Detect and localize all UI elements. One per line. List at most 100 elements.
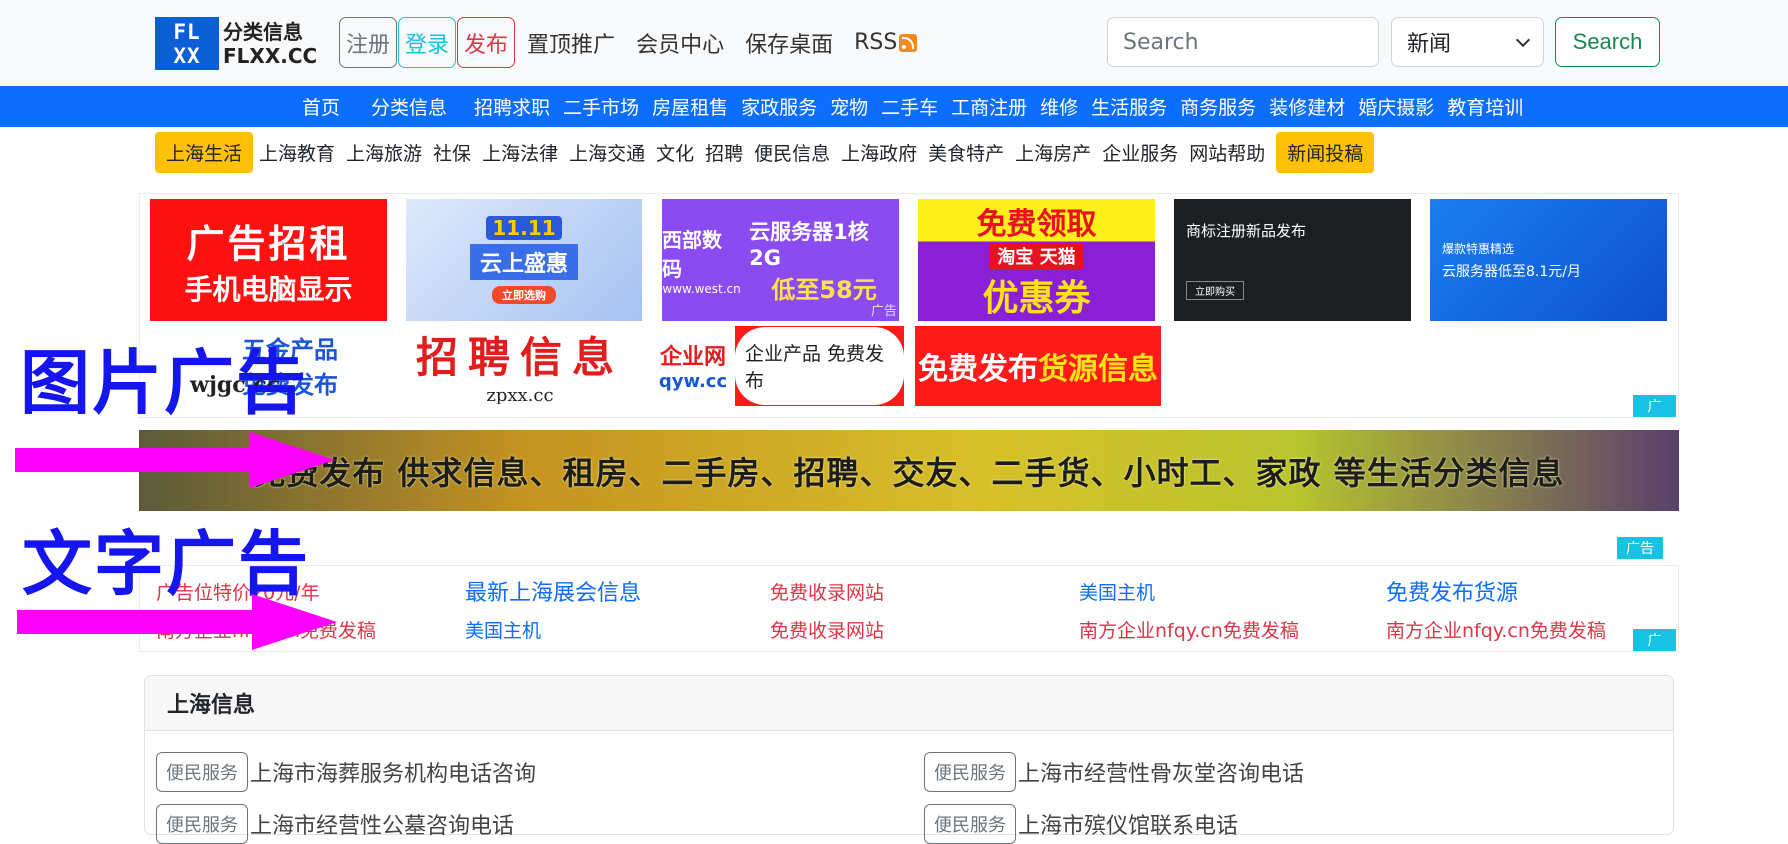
text-ad-link[interactable]: 美国主机	[1079, 578, 1155, 605]
sub-nav-item[interactable]: 便民信息	[754, 139, 830, 166]
category-badge[interactable]: 便民服务	[924, 752, 1016, 792]
ad-rent-space[interactable]: 广告招租 手机电脑显示	[150, 199, 387, 321]
ad-trademark[interactable]: 商标注册新品发布 立即购买	[1174, 199, 1411, 321]
main-nav-item[interactable]: 首页	[302, 93, 340, 120]
rss-icon	[899, 33, 918, 52]
sub-nav-item[interactable]: 网站帮助	[1189, 139, 1265, 166]
main-nav-item[interactable]: 家政服务	[741, 93, 817, 120]
category-badge[interactable]: 便民服务	[156, 752, 248, 792]
sub-nav-item[interactable]: 上海法律	[482, 139, 558, 166]
ad-text: 低至58元	[771, 275, 877, 304]
text-ad-link[interactable]: 免费收录网站	[770, 616, 884, 643]
ad-coupon[interactable]: 免费领取 淘宝 天猫 优惠券	[918, 199, 1155, 321]
text-ad-link[interactable]: 南方企业nfqy.cn免费发稿	[1386, 616, 1606, 643]
text-ad-link[interactable]: 美国主机	[465, 616, 541, 643]
main-nav-item[interactable]: 婚庆摄影	[1358, 93, 1434, 120]
site-logo[interactable]: FL XX 分类信息 FLXX.CC	[155, 16, 320, 71]
main-nav-item[interactable]: 装修建材	[1269, 93, 1345, 120]
main-nav-item[interactable]: 教育培训	[1447, 93, 1523, 120]
main-nav-item[interactable]: 二手车	[881, 93, 938, 120]
logo-mark-line1: FL	[173, 19, 201, 44]
sub-nav-item-submit-news[interactable]: 新闻投稿	[1276, 132, 1375, 173]
ad-west-cloud[interactable]: 西部数码 www.west.cn 云服务器1核2G 低至58元 广告	[662, 199, 899, 321]
ad-free-supply[interactable]: 免费发布 货源信息	[915, 326, 1161, 406]
sub-nav-item[interactable]: 上海房产	[1015, 139, 1091, 166]
ad-text: www.west.cn	[662, 282, 741, 296]
ad-text: 优惠券	[982, 278, 1091, 319]
category-badge[interactable]: 便民服务	[924, 804, 1016, 844]
main-nav-item[interactable]: 商务服务	[1180, 93, 1256, 120]
main-nav-item[interactable]: 宠物	[830, 93, 868, 120]
sub-nav-item[interactable]: 上海教育	[259, 139, 335, 166]
category-badge[interactable]: 便民服务	[156, 804, 248, 844]
info-card: 上海信息 便民服务 上海市海葬服务机构电话咨询 便民服务 上海市经营性骨灰堂咨询…	[144, 675, 1674, 844]
main-nav-item[interactable]: 房屋租售	[652, 93, 728, 120]
main-nav-item[interactable]: 二手市场	[563, 93, 639, 120]
top-link-save-desktop[interactable]: 保存桌面	[745, 27, 833, 59]
ad-text: 淘宝 天猫	[989, 243, 1084, 269]
category-select[interactable]: 新闻	[1391, 17, 1544, 67]
ad-cloud-server[interactable]: 爆款特惠精选 云服务器低至8.1元/月	[1430, 199, 1667, 321]
ad-text: 货源信息	[1038, 352, 1158, 387]
ad-text: 立即选购	[492, 286, 556, 304]
login-button[interactable]: 登录	[398, 17, 457, 68]
overlay-image-ad-label: 图片广告	[20, 342, 308, 424]
text-ad-tag-bottom[interactable]: 广	[1633, 629, 1676, 651]
top-link-member[interactable]: 会员中心	[636, 27, 724, 59]
top-link-promote[interactable]: 置顶推广	[527, 27, 615, 59]
ad-jobs[interactable]: 招聘信息 zpxx.cc	[400, 326, 640, 404]
info-card-title: 上海信息	[145, 676, 1673, 731]
search-input[interactable]	[1107, 17, 1379, 67]
sub-nav-item[interactable]: 上海旅游	[346, 139, 422, 166]
main-nav-item[interactable]: 生活服务	[1091, 93, 1167, 120]
text-ad-link[interactable]: 南方企业nfqy.cn免费发稿	[1079, 616, 1299, 643]
list-item[interactable]: 便民服务 上海市经营性骨灰堂咨询电话	[924, 752, 1304, 792]
ad-text: qyw.cc	[659, 370, 727, 392]
list-item-title[interactable]: 上海市经营性公墓咨询电话	[250, 808, 514, 840]
ad-text: 招聘信息	[415, 333, 624, 382]
main-nav-item[interactable]: 分类信息	[371, 93, 447, 120]
text-ad-link[interactable]: 最新上海展会信息	[465, 575, 641, 607]
banner-ad[interactable]: 免费发布 供求信息、租房、二手房、招聘、交友、二手货、小时工、家政 等生活分类信…	[139, 430, 1679, 511]
search-button[interactable]: Search	[1555, 17, 1660, 67]
ad-enterprise-net[interactable]: 企业网 qyw.cc	[659, 326, 727, 404]
top-nav: 注册 登录 发布 置顶推广 会员中心 保存桌面 RSS	[339, 17, 927, 68]
ad-text: 手机电脑显示	[184, 272, 353, 306]
ad-corner-tag: 广告	[870, 304, 897, 319]
text-ad-tag[interactable]: 广告	[1617, 537, 1663, 559]
ad-text: 企业网	[659, 344, 726, 370]
top-link-rss[interactable]: RSS	[854, 30, 918, 55]
sub-nav: 上海生活 上海教育 上海旅游 社保 上海法律 上海交通 文化 招聘 便民信息 上…	[155, 132, 1380, 173]
main-nav-item[interactable]: 招聘求职	[474, 93, 550, 120]
sub-nav-item-active[interactable]: 上海生活	[155, 132, 254, 173]
sub-nav-item[interactable]: 企业服务	[1102, 139, 1178, 166]
list-item[interactable]: 便民服务 上海市经营性公墓咨询电话	[156, 804, 514, 844]
sub-nav-item[interactable]: 社保	[433, 139, 471, 166]
ad-text: 免费发布	[918, 352, 1038, 387]
main-nav-item[interactable]: 维修	[1040, 93, 1078, 120]
sub-nav-item[interactable]: 上海政府	[841, 139, 917, 166]
top-bar: FL XX 分类信息 FLXX.CC 注册 登录 发布 置顶推广 会员中心 保存…	[0, 0, 1788, 86]
logo-mark: FL XX	[155, 17, 219, 70]
sub-nav-item[interactable]: 美食特产	[928, 139, 1004, 166]
sub-nav-item[interactable]: 文化	[656, 139, 694, 166]
register-button[interactable]: 注册	[339, 17, 398, 68]
ad-cloud-promo[interactable]: 11.11 云上盛惠 立即选购	[406, 199, 642, 321]
list-item[interactable]: 便民服务 上海市殡仪馆联系电话	[924, 804, 1238, 844]
ad-tag[interactable]: 广	[1633, 395, 1676, 417]
sub-nav-item[interactable]: 招聘	[705, 139, 743, 166]
list-item-title[interactable]: 上海市殡仪馆联系电话	[1018, 808, 1238, 840]
sub-nav-item[interactable]: 上海交通	[569, 139, 645, 166]
ad-enterprise-product[interactable]: 企业产品 免费发布	[735, 326, 904, 406]
main-nav-item[interactable]: 工商注册	[951, 93, 1027, 120]
logo-mark-line2: XX	[173, 43, 201, 68]
ad-text: 西部数码	[662, 228, 722, 281]
text-ad-link[interactable]: 免费发布货源	[1386, 575, 1518, 607]
main-nav: 首页 分类信息 招聘求职 二手市场 房屋租售 家政服务 宠物 二手车 工商注册 …	[0, 86, 1788, 127]
list-item-title[interactable]: 上海市经营性骨灰堂咨询电话	[1018, 756, 1304, 788]
publish-button[interactable]: 发布	[457, 17, 516, 68]
text-ad-link[interactable]: 免费收录网站	[770, 578, 884, 605]
list-item-title[interactable]: 上海市海葬服务机构电话咨询	[250, 756, 536, 788]
list-item[interactable]: 便民服务 上海市海葬服务机构电话咨询	[156, 752, 536, 792]
rss-label: RSS	[854, 30, 898, 55]
